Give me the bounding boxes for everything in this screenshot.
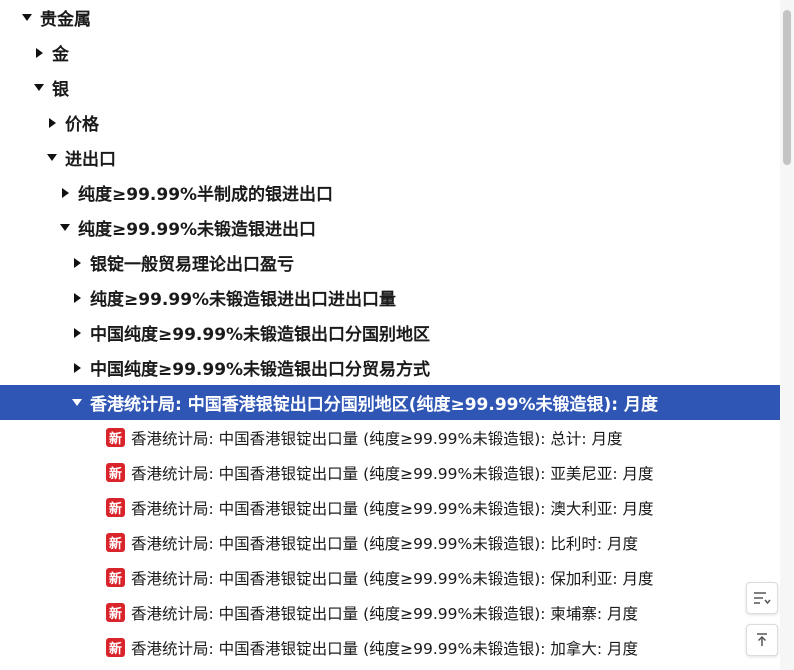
tree-node-label: 中国纯度≥99.99%未锻造银出口分国别地区	[90, 325, 431, 345]
tree-node-unwrought-volume[interactable]: 纯度≥99.99%未锻造银进出口进出口量	[0, 280, 788, 315]
series-item-label: 香港统计局: 中国香港银锭出口量 (纯度≥99.99%未锻造银): 亚美尼亚: …	[131, 464, 654, 483]
series-item[interactable]: 新 香港统计局: 中国香港银锭出口量 (纯度≥99.99%未锻造银): 总计: …	[0, 420, 788, 455]
tree-node-label: 纯度≥99.99%未锻造银进出口进出口量	[90, 290, 397, 310]
tree-node-ingot-profit[interactable]: 银锭一般贸易理论出口盈亏	[0, 245, 788, 280]
triangle-right-icon[interactable]	[70, 291, 84, 305]
tree-node-hk-stats-selected[interactable]: 香港统计局: 中国香港银锭出口分国别地区(纯度≥99.99%未锻造银): 月度	[0, 385, 788, 420]
tree-node-precious-metals[interactable]: 贵金属	[0, 0, 788, 35]
tree-node-label: 香港统计局: 中国香港银锭出口分国别地区(纯度≥99.99%未锻造银): 月度	[90, 395, 659, 415]
tree-node-label: 银	[52, 80, 69, 100]
tree-node-label: 贵金属	[40, 10, 91, 30]
tree-node-silver[interactable]: 银	[0, 70, 788, 105]
tree-node-label: 进出口	[65, 150, 116, 170]
new-badge: 新	[106, 428, 125, 447]
tree-node-china-by-country[interactable]: 中国纯度≥99.99%未锻造银出口分国别地区	[0, 315, 788, 350]
category-tree: 贵金属 金 银 价格 进出口 纯度≥99.99%半制成的银进出口 纯度≥99.9…	[0, 0, 788, 665]
series-item-label: 香港统计局: 中国香港银锭出口量 (纯度≥99.99%未锻造银): 比利时: 月…	[131, 534, 639, 553]
new-badge: 新	[106, 463, 125, 482]
series-item-label: 香港统计局: 中国香港银锭出口量 (纯度≥99.99%未锻造银): 加拿大: 月…	[131, 639, 639, 658]
new-badge: 新	[106, 498, 125, 517]
series-item-label: 香港统计局: 中国香港银锭出口量 (纯度≥99.99%未锻造银): 柬埔寨: 月…	[131, 604, 639, 623]
series-item-label: 香港统计局: 中国香港银锭出口量 (纯度≥99.99%未锻造银): 澳大利亚: …	[131, 499, 654, 518]
triangle-down-icon[interactable]	[70, 396, 84, 410]
series-item-label: 香港统计局: 中国香港银锭出口量 (纯度≥99.99%未锻造银): 总计: 月度	[131, 429, 623, 448]
series-item[interactable]: 新 香港统计局: 中国香港银锭出口量 (纯度≥99.99%未锻造银): 澳大利亚…	[0, 490, 788, 525]
new-badge: 新	[106, 533, 125, 552]
scrollbar-track[interactable]	[780, 0, 794, 670]
triangle-down-icon[interactable]	[32, 81, 46, 95]
tree-node-unwrought[interactable]: 纯度≥99.99%未锻造银进出口	[0, 210, 788, 245]
series-item-label: 香港统计局: 中国香港银锭出口量 (纯度≥99.99%未锻造银): 保加利亚: …	[131, 569, 654, 588]
arrow-up-to-top-icon	[757, 633, 767, 646]
tree-node-semi-finished[interactable]: 纯度≥99.99%半制成的银进出口	[0, 175, 788, 210]
triangle-down-icon[interactable]	[58, 221, 72, 235]
tree-node-label: 金	[52, 45, 69, 65]
triangle-right-icon[interactable]	[70, 256, 84, 270]
back-to-top-button[interactable]	[746, 624, 778, 656]
tree-node-import-export[interactable]: 进出口	[0, 140, 788, 175]
tree-node-china-by-trade[interactable]: 中国纯度≥99.99%未锻造银出口分贸易方式	[0, 350, 788, 385]
tree-node-label: 中国纯度≥99.99%未锻造银出口分贸易方式	[90, 360, 431, 380]
triangle-down-icon[interactable]	[45, 151, 59, 165]
triangle-right-icon[interactable]	[70, 361, 84, 375]
triangle-right-icon[interactable]	[45, 116, 59, 130]
triangle-right-icon[interactable]	[58, 186, 72, 200]
new-badge: 新	[106, 568, 125, 587]
series-item[interactable]: 新 香港统计局: 中国香港银锭出口量 (纯度≥99.99%未锻造银): 保加利亚…	[0, 560, 788, 595]
tree-node-label: 纯度≥99.99%未锻造银进出口	[78, 220, 317, 240]
triangle-right-icon[interactable]	[70, 326, 84, 340]
tree-node-label: 价格	[65, 115, 99, 135]
tree-node-gold[interactable]: 金	[0, 35, 788, 70]
sort-button[interactable]	[746, 582, 778, 614]
new-badge: 新	[106, 638, 125, 657]
triangle-down-icon[interactable]	[20, 11, 34, 25]
tree-node-label: 纯度≥99.99%半制成的银进出口	[78, 185, 334, 205]
sort-lines-icon	[754, 592, 771, 605]
tree-node-label: 银锭一般贸易理论出口盈亏	[90, 255, 294, 275]
scrollbar-thumb[interactable]	[783, 10, 791, 165]
tree-node-price[interactable]: 价格	[0, 105, 788, 140]
series-item[interactable]: 新 香港统计局: 中国香港银锭出口量 (纯度≥99.99%未锻造银): 比利时:…	[0, 525, 788, 560]
new-badge: 新	[106, 603, 125, 622]
series-item[interactable]: 新 香港统计局: 中国香港银锭出口量 (纯度≥99.99%未锻造银): 亚美尼亚…	[0, 455, 788, 490]
series-item[interactable]: 新 香港统计局: 中国香港银锭出口量 (纯度≥99.99%未锻造银): 加拿大:…	[0, 630, 788, 665]
triangle-right-icon[interactable]	[32, 46, 46, 60]
series-item[interactable]: 新 香港统计局: 中国香港银锭出口量 (纯度≥99.99%未锻造银): 柬埔寨:…	[0, 595, 788, 630]
